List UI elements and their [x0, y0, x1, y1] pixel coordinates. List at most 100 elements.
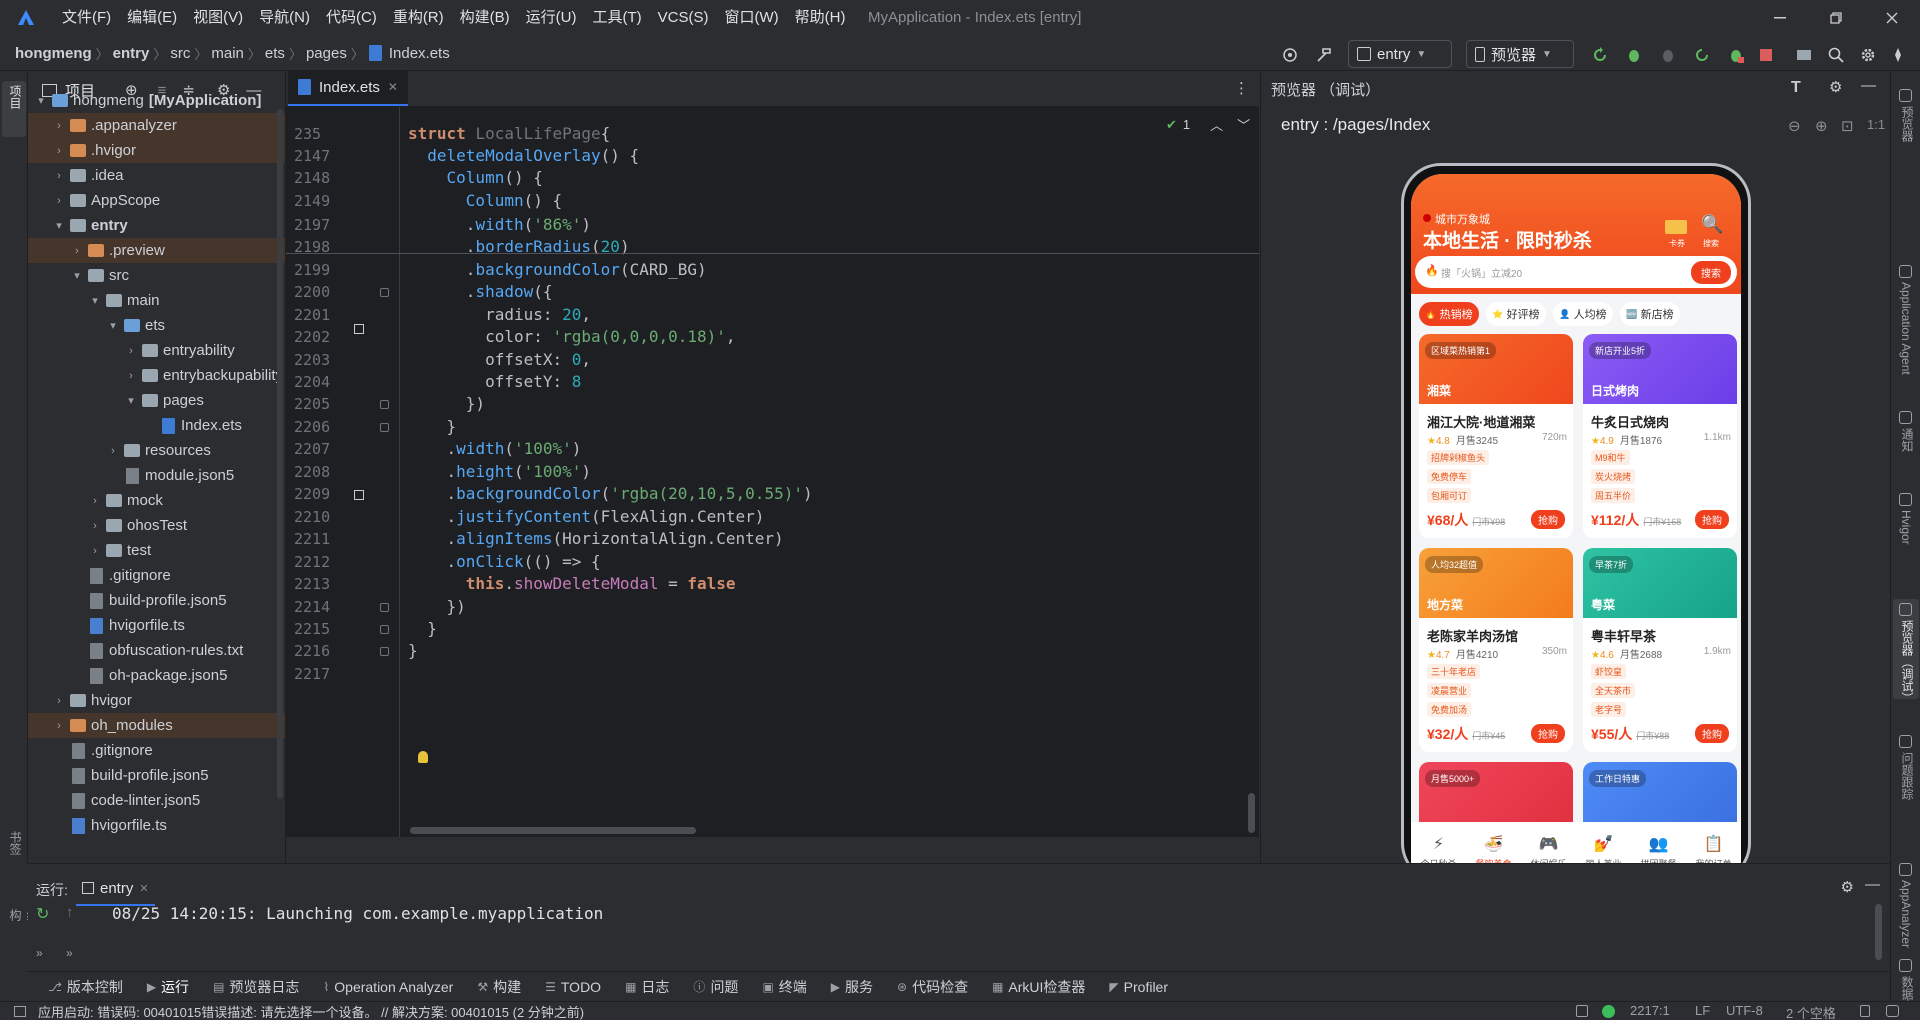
code-line[interactable]: }	[408, 619, 437, 638]
chevron-right-icon[interactable]: ›	[52, 195, 66, 207]
search-icon[interactable]	[1826, 45, 1846, 65]
apply-changes-icon[interactable]	[1692, 45, 1712, 65]
tree-item[interactable]: .gitignore	[28, 738, 285, 763]
fit-screen-icon[interactable]: ⊡	[1841, 117, 1854, 135]
right-tool-button[interactable]: Hvigor	[1893, 489, 1919, 545]
buy-button[interactable]: 抢购	[1695, 724, 1729, 743]
chevron-right-icon[interactable]: ›	[52, 145, 66, 157]
deal-card[interactable]: 区域菜热销第1 湘菜 湘江大院·地道湘菜 ★4.8 月售3245 720m 招牌剁椒鱼头 免费…	[1419, 334, 1573, 538]
bottom-tab[interactable]: ▤ 预览器日志	[205, 977, 307, 997]
menu-item[interactable]: 窗口(W)	[716, 0, 786, 36]
code-line[interactable]: offsetX: 0,	[408, 350, 591, 369]
app-search-bar[interactable]: 🔥 搜「火锅」立减20 搜索	[1415, 256, 1737, 288]
bottom-tab[interactable]: ▶ 运行	[139, 977, 197, 997]
code-line[interactable]: Column() {	[408, 168, 543, 187]
chevron-right-icon[interactable]: ›	[124, 345, 138, 357]
bottom-tab[interactable]: ⊛ 代码检查	[889, 977, 976, 997]
tree-item[interactable]: › AppScope	[28, 188, 285, 213]
chevron-right-icon[interactable]: ›	[52, 120, 66, 132]
filter-chip[interactable]: 🔥 热销榜	[1419, 302, 1479, 326]
close-tab-icon[interactable]: ✕	[388, 80, 398, 94]
breadcrumb-item[interactable]: entry	[110, 45, 153, 62]
bottom-tab[interactable]: ⎇ 版本控制	[40, 977, 131, 997]
code-line[interactable]: .alignItems(HorizontalAlign.Center)	[408, 529, 784, 548]
lock-icon[interactable]	[1860, 1005, 1870, 1017]
deal-card[interactable]: 新店开业5折 日式烤肉 牛炙日式烧肉 ★4.9 月售1876 1.1km M9和牛 炭火烧烤周…	[1583, 334, 1737, 538]
prev-highlight-icon[interactable]: ︿	[1210, 115, 1223, 134]
hammer-icon[interactable]	[1314, 45, 1334, 65]
tree-item[interactable]: hvigorfile.ts	[28, 613, 285, 638]
zoom-in-icon[interactable]: ⊕	[1815, 117, 1828, 135]
code-line[interactable]: .height('100%')	[408, 462, 592, 481]
menu-item[interactable]: VCS(S)	[650, 0, 717, 36]
menu-item[interactable]: 构建(B)	[452, 0, 518, 36]
breadcrumb-item[interactable]: src	[167, 45, 193, 62]
right-tool-button[interactable]: 预览器（调试）	[1893, 599, 1919, 704]
zoom-out-icon[interactable]: ⊖	[1788, 117, 1801, 135]
debug-icon[interactable]	[1624, 45, 1644, 65]
code-line[interactable]: .width('86%')	[408, 215, 591, 234]
code-line[interactable]: color: 'rgba(0,0,0,0.18)',	[408, 327, 735, 346]
menu-item[interactable]: 帮助(H)	[787, 0, 854, 36]
tree-item[interactable]: ▾ pages	[28, 388, 285, 413]
intention-bulb-icon[interactable]	[418, 751, 428, 763]
tree-scrollbar[interactable]	[277, 109, 283, 799]
tree-item[interactable]: ▾ hongmeng [MyApplication]	[28, 88, 285, 113]
tree-item[interactable]: .gitignore	[28, 563, 285, 588]
bottom-tab[interactable]: ⚒ 构建	[469, 977, 529, 997]
menu-item[interactable]: 视图(V)	[185, 0, 251, 36]
device-select[interactable]: 预览器 ▼	[1466, 40, 1574, 68]
tree-item[interactable]: Index.ets	[28, 413, 285, 438]
bottom-tab[interactable]: ▦ 日志	[617, 977, 677, 997]
tree-item[interactable]: › mock	[28, 488, 285, 513]
menu-item[interactable]: 编辑(E)	[119, 0, 185, 36]
breadcrumb-item[interactable]: main	[208, 45, 247, 62]
chevron-down-icon[interactable]: ▾	[70, 269, 84, 282]
close-window-button[interactable]	[1864, 0, 1920, 36]
notifications-icon[interactable]	[1886, 1005, 1899, 1017]
chevron-right-icon[interactable]: ›	[88, 520, 102, 532]
more-actions-icon[interactable]: »	[36, 946, 43, 960]
attach-debugger-icon[interactable]	[1658, 45, 1678, 65]
status-toggle-icon[interactable]	[14, 1005, 26, 1017]
breadcrumb-item[interactable]: ets	[262, 45, 288, 62]
menu-item[interactable]: 代码(C)	[318, 0, 385, 36]
minimize-button[interactable]	[1752, 0, 1808, 36]
more-actions-icon-2[interactable]: »	[66, 946, 73, 960]
app-search-button[interactable]: 搜索	[1691, 261, 1731, 284]
line-separator[interactable]: LF	[1695, 1003, 1710, 1018]
bottom-tab[interactable]: ▣ 终端	[754, 977, 814, 997]
scroll-up-icon[interactable]: ↑	[66, 904, 74, 921]
tree-item[interactable]: code-linter.json5	[28, 788, 285, 813]
run-log-scrollbar[interactable]	[1875, 904, 1882, 960]
rerun-icon[interactable]	[1590, 45, 1610, 65]
chevron-right-icon[interactable]: ›	[52, 170, 66, 182]
tree-item[interactable]: › .appanalyzer	[28, 113, 285, 138]
breadcrumb-item[interactable]: hongmeng	[12, 45, 95, 62]
right-tool-button[interactable]: 预览器	[1893, 85, 1919, 142]
chevron-right-icon[interactable]: ›	[106, 445, 120, 457]
code-line[interactable]: struct LocalLifePage{	[408, 124, 610, 143]
tree-item[interactable]: build-profile.json5	[28, 588, 285, 613]
close-run-tab-icon[interactable]: ✕	[139, 882, 148, 895]
app-search-icon[interactable]: 🔍	[1701, 214, 1723, 235]
code-line[interactable]: })	[408, 394, 485, 413]
code-line[interactable]: offsetY: 8	[408, 372, 581, 391]
tree-item[interactable]: › test	[28, 538, 285, 563]
code-line[interactable]: .backgroundColor('rgba(20,10,5,0.55)')	[408, 484, 813, 503]
right-tool-button[interactable]: Application Agent	[1893, 261, 1919, 375]
right-tool-button[interactable]: 问题跟踪	[1893, 731, 1919, 800]
rerun-button-icon[interactable]: ↻	[36, 904, 49, 924]
buy-button[interactable]: 抢购	[1531, 724, 1565, 743]
tree-item[interactable]: › resources	[28, 438, 285, 463]
previewer-hide-icon[interactable]: —	[1861, 77, 1876, 94]
bottom-tab[interactable]: ▦ ArkUI检查器	[984, 977, 1093, 997]
code-line[interactable]: }	[408, 641, 418, 660]
right-tool-button[interactable]: 通知	[1893, 407, 1919, 452]
indent-setting[interactable]: 2 个空格	[1786, 1003, 1836, 1020]
deal-card[interactable]: 早茶7折 粤菜 粤丰轩早茶 ★4.6 月售2688 1.9km 虾饺皇 全天茶市 老字号 ¥55/…	[1583, 548, 1737, 752]
cursor-position[interactable]: 2217:1	[1630, 1003, 1670, 1018]
bottom-tab[interactable]: ☰ TODO	[537, 979, 609, 995]
chevron-right-icon[interactable]: ›	[52, 720, 66, 732]
code-line[interactable]: .justifyContent(FlexAlign.Center)	[408, 507, 765, 526]
